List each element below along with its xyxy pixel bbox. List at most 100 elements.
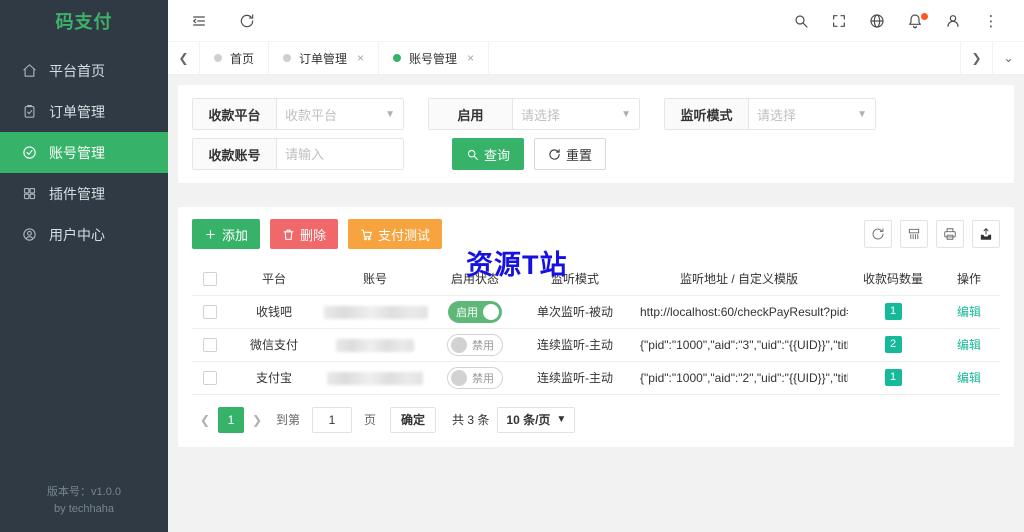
tab-dot-icon	[393, 54, 401, 62]
collapse-sidebar-button[interactable]	[182, 0, 216, 42]
col-address: 监听地址 / 自定义模版	[630, 263, 848, 295]
refresh-icon	[871, 227, 885, 241]
search-button[interactable]	[782, 0, 820, 42]
tab-orders[interactable]: 订单管理 ×	[269, 42, 379, 74]
col-status: 启用状态	[430, 263, 520, 295]
more-options-button[interactable]: ⋮	[972, 0, 1010, 42]
tab-accounts[interactable]: 账号管理 ×	[379, 42, 489, 74]
chevron-right-icon: ❯	[252, 413, 262, 427]
tabs-scroll-left-button[interactable]: ❮	[168, 42, 200, 74]
col-mode: 监听模式	[520, 263, 630, 295]
status-toggle[interactable]: 禁用	[447, 367, 503, 389]
user-circle-icon	[22, 227, 37, 242]
credit-label: by techhaha	[0, 501, 168, 518]
edit-link[interactable]: 编辑	[957, 338, 981, 352]
sidebar-item-usercenter[interactable]: 用户中心	[0, 214, 168, 255]
chevron-left-icon: ❮	[200, 413, 210, 427]
tabs-menu-button[interactable]: ⌄	[992, 42, 1024, 74]
next-page-button[interactable]: ❯	[244, 407, 270, 433]
tab-label: 订单管理	[299, 50, 347, 67]
reset-button[interactable]: 重置	[534, 138, 606, 170]
app-window: 码支付 平台首页 订单管理 账号管理 插件管理 用户中心	[0, 0, 1024, 532]
filter-account-label: 收款账号	[193, 139, 277, 169]
pay-test-button[interactable]: 支付测试	[348, 219, 442, 249]
filter-account: 收款账号	[192, 138, 404, 170]
sidebar-item-plugins[interactable]: 插件管理	[0, 173, 168, 214]
chevron-down-icon: ⌄	[1003, 51, 1013, 65]
user-icon	[945, 13, 961, 29]
row-checkbox[interactable]	[203, 338, 217, 352]
status-toggle[interactable]: 禁用	[447, 334, 503, 356]
close-icon[interactable]: ×	[357, 51, 364, 65]
version-label: 版本号：v1.0.0	[0, 484, 168, 501]
close-icon[interactable]: ×	[467, 51, 474, 65]
per-page-select[interactable]: 10 条/页 ▼	[497, 407, 575, 433]
content: 收款平台 收款平台 ▼ 启用 请选择 ▼ 监听模	[168, 75, 1024, 532]
edit-link[interactable]: 编辑	[957, 305, 981, 319]
col-qr-count: 收款码数量	[848, 263, 938, 295]
cart-icon	[360, 228, 373, 241]
row-checkbox[interactable]	[203, 305, 217, 319]
enabled-select[interactable]: 请选择 ▼	[513, 99, 639, 129]
table-columns-button[interactable]	[900, 220, 928, 248]
notifications-button[interactable]	[896, 0, 934, 42]
listen-mode-select[interactable]: 请选择 ▼	[749, 99, 875, 129]
table-print-button[interactable]	[936, 220, 964, 248]
app-logo: 码支付	[0, 0, 168, 42]
table-refresh-button[interactable]	[864, 220, 892, 248]
filter-listen-mode-label: 监听模式	[665, 99, 749, 129]
sidebar-item-accounts[interactable]: 账号管理	[0, 132, 168, 173]
prev-page-button[interactable]: ❮	[192, 407, 218, 433]
delete-button[interactable]: 删除	[270, 219, 338, 249]
pagination: ❮ 1 ❯ 到第 页 确定 共 3 条 10 条/页 ▼	[192, 407, 1000, 433]
cell-address: http://localhost:60/checkPayResult?pid=1…	[630, 295, 848, 328]
refresh-page-button[interactable]	[230, 0, 264, 42]
tab-home[interactable]: 首页	[200, 42, 269, 74]
chevron-left-icon: ❮	[178, 51, 188, 65]
reset-button-label: 重置	[566, 145, 592, 164]
cell-mode: 连续监听-主动	[520, 361, 630, 394]
select-all-checkbox[interactable]	[203, 272, 217, 286]
redacted-account	[324, 306, 428, 319]
page-number-button[interactable]: 1	[218, 407, 244, 433]
filter-row-2: 收款账号 查询 重置	[192, 138, 1000, 170]
add-button-label: 添加	[222, 225, 248, 244]
status-toggle[interactable]: 启用	[448, 301, 502, 323]
language-button[interactable]	[858, 0, 896, 42]
sidebar-item-orders[interactable]: 订单管理	[0, 91, 168, 132]
filter-panel: 收款平台 收款平台 ▼ 启用 请选择 ▼ 监听模	[178, 85, 1014, 183]
goto-page-input[interactable]	[312, 407, 352, 433]
listen-mode-select-placeholder: 请选择	[757, 105, 796, 124]
main-area: ⋮ ❮ 首页 订单管理 × 账号管理 ×	[168, 0, 1024, 532]
table-toolbar: 添加 删除 支付测试	[192, 219, 1000, 249]
cell-mode: 连续监听-主动	[520, 328, 630, 361]
fullscreen-button[interactable]	[820, 0, 858, 42]
cell-address: {"pid":"1000","aid":"3","uid":"{{UID}}",…	[630, 328, 848, 361]
add-button[interactable]: 添加	[192, 219, 260, 249]
cell-platform: 收钱吧	[228, 295, 320, 328]
user-menu-button[interactable]	[934, 0, 972, 42]
search-submit-button[interactable]: 查询	[452, 138, 524, 170]
tabs-scroll-right-button[interactable]: ❯	[960, 42, 992, 74]
order-icon	[22, 104, 37, 119]
toggle-knob	[483, 304, 499, 320]
edit-link[interactable]: 编辑	[957, 371, 981, 385]
home-icon	[22, 63, 37, 78]
platform-select[interactable]: 收款平台 ▼	[277, 99, 403, 129]
caret-down-icon: ▼	[385, 109, 395, 120]
goto-confirm-button[interactable]: 确定	[390, 407, 436, 433]
fullscreen-icon	[831, 13, 847, 29]
goto-suffix-label: 页	[364, 411, 376, 428]
cell-platform: 支付宝	[228, 361, 320, 394]
account-input[interactable]	[277, 139, 403, 169]
table-tools	[856, 220, 1000, 248]
export-icon	[979, 227, 993, 241]
filter-row-1: 收款平台 收款平台 ▼ 启用 请选择 ▼ 监听模	[192, 98, 1000, 130]
row-checkbox[interactable]	[203, 371, 217, 385]
search-button-label: 查询	[484, 145, 510, 164]
delete-button-label: 删除	[300, 225, 326, 244]
plugin-grid-icon	[22, 186, 37, 201]
toggle-label: 禁用	[472, 337, 494, 353]
sidebar-item-home[interactable]: 平台首页	[0, 50, 168, 91]
table-export-button[interactable]	[972, 220, 1000, 248]
